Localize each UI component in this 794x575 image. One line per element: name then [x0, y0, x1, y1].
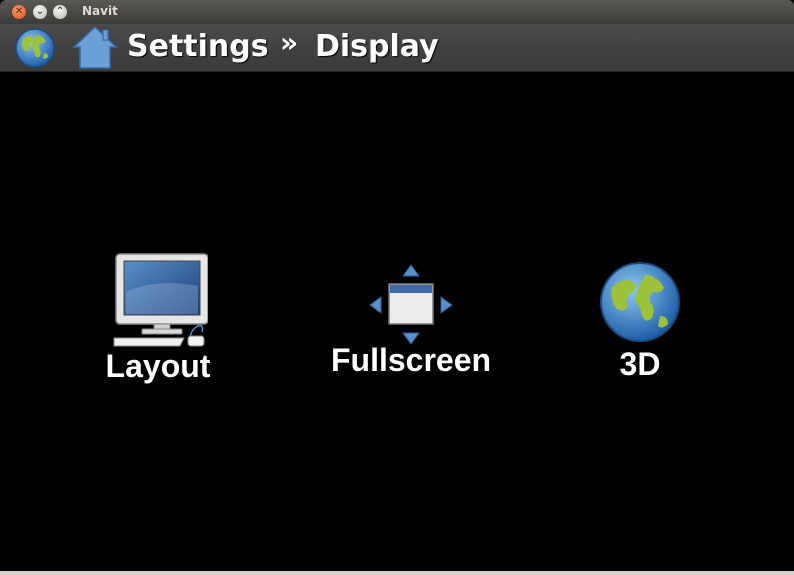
- maximize-window-button[interactable]: ⌃: [53, 5, 67, 19]
- fullscreen-item[interactable]: Fullscreen: [316, 262, 506, 379]
- globe-icon: [570, 262, 710, 346]
- layout-item[interactable]: Layout: [88, 252, 228, 385]
- computer-monitor-icon: [88, 252, 228, 348]
- window-bottom-edge: [0, 571, 794, 575]
- navit-window: ✕ ⌄ ⌃ Navit Settings » Display Layout Fu…: [0, 0, 794, 575]
- globe-icon[interactable]: [14, 27, 56, 73]
- fullscreen-label: Fullscreen: [330, 342, 492, 378]
- minimize-window-button[interactable]: ⌄: [33, 5, 47, 19]
- breadcrumb-settings[interactable]: Settings: [127, 24, 269, 70]
- breadcrumb-display: Display: [315, 29, 439, 64]
- window-title: Navit: [82, 4, 118, 18]
- title-bar: ✕ ⌄ ⌃ Navit: [0, 0, 794, 24]
- 3d-label: 3D: [619, 346, 661, 382]
- 3d-item[interactable]: 3D: [570, 262, 710, 383]
- layout-label: Layout: [105, 348, 211, 384]
- breadcrumb-separator: »: [280, 26, 299, 59]
- home-icon[interactable]: [72, 25, 118, 73]
- fullscreen-window-icon: [316, 262, 506, 348]
- close-window-button[interactable]: ✕: [12, 5, 26, 19]
- navigation-toolbar: Settings » Display: [0, 24, 794, 72]
